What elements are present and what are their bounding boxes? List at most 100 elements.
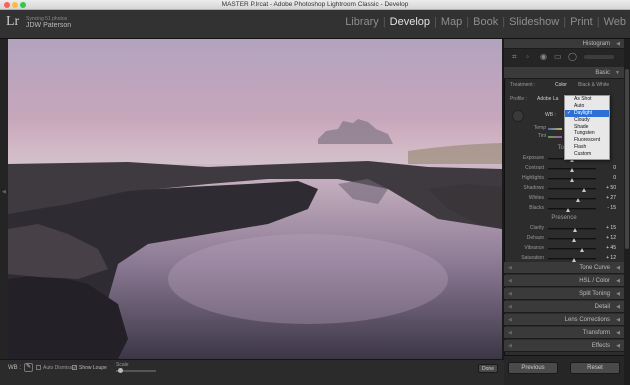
wb-option-cloudy[interactable]: Cloudy <box>565 117 609 124</box>
main-photo[interactable] <box>8 39 502 359</box>
whites-slider-thumb[interactable] <box>575 198 580 202</box>
profile-select[interactable]: Adobe La <box>537 96 558 102</box>
wb-option-daylight[interactable]: ✓ Daylight <box>565 109 609 117</box>
split-toning-header[interactable]: ◀ Split Toning ◀ <box>504 288 624 300</box>
saturation-value[interactable]: + 12 <box>600 255 616 261</box>
lens-corrections-header[interactable]: ◀ Lens Corrections ◀ <box>504 314 624 326</box>
expand-icon: ◀ <box>616 278 620 284</box>
scale-slider-thumb[interactable] <box>118 368 123 373</box>
vibrance-slider-thumb[interactable] <box>580 248 585 252</box>
radial-filter-icon[interactable]: ◯ <box>568 52 577 61</box>
module-develop[interactable]: Develop <box>386 16 434 28</box>
contrast-value[interactable]: 0 <box>600 165 616 171</box>
wb-option-fluorescent[interactable]: Fluorescent <box>565 137 609 144</box>
shadows-value[interactable]: + 50 <box>600 185 616 191</box>
spot-removal-icon[interactable]: ◦ <box>526 52 529 61</box>
tint-slider[interactable] <box>548 136 562 138</box>
auto-dismiss-checkbox[interactable] <box>36 365 41 370</box>
redeye-icon[interactable]: ◉ <box>540 52 547 61</box>
dehaze-label: Dehaze <box>526 235 544 241</box>
dehaze-slider-thumb[interactable] <box>572 238 577 242</box>
wb-label: WB : <box>545 112 556 118</box>
expand-icon: ◀ <box>616 304 620 310</box>
presence-group-label: Presence <box>551 215 577 221</box>
blacks-value[interactable]: - 15 <box>600 205 616 211</box>
eyedropper-icon: ✎ <box>26 364 32 370</box>
treatment-bw[interactable]: Black & White <box>578 82 609 88</box>
module-map[interactable]: Map <box>437 16 466 28</box>
module-slideshow[interactable]: Slideshow <box>505 16 563 28</box>
expand-icon: ◀ <box>616 291 620 297</box>
graduated-filter-icon[interactable]: ▭ <box>554 52 562 61</box>
temp-slider[interactable] <box>548 128 562 130</box>
expand-icon: ▼ <box>615 70 620 76</box>
tint-label: Tint <box>537 133 546 139</box>
wb-option-tungsten[interactable]: Tungsten <box>565 130 609 137</box>
wb-eyedropper-icon[interactable] <box>512 110 524 122</box>
detail-header[interactable]: ◀ Detail ◀ <box>504 301 624 313</box>
basic-header[interactable]: Basic ▼ <box>504 67 624 79</box>
expand-icon: ◀ <box>616 317 620 323</box>
blacks-label: Blacks <box>529 205 544 211</box>
transform-header[interactable]: ◀ Transform ◀ <box>504 327 624 339</box>
clarity-slider[interactable] <box>548 228 596 230</box>
previous-button[interactable]: Previous <box>508 362 558 374</box>
develop-toolbar <box>0 359 504 385</box>
reset-button[interactable]: Reset <box>570 362 620 374</box>
wb-option-as-shot[interactable]: As Shot <box>565 96 609 103</box>
blacks-slider-thumb[interactable] <box>566 208 571 212</box>
adjustment-brush-icon[interactable] <box>584 55 614 59</box>
scrollbar-thumb[interactable] <box>625 69 629 249</box>
show-loupe-label: Show Loupe <box>79 365 107 371</box>
vibrance-value[interactable]: + 45 <box>600 245 616 251</box>
checkmark-icon: ✓ <box>567 109 572 116</box>
wb-option-flash[interactable]: Flash <box>565 144 609 151</box>
wb-selector-tool[interactable]: ✎ <box>24 363 33 372</box>
clarity-label: Clarity <box>529 225 544 231</box>
effects-header[interactable]: ◀ Effects ◀ <box>504 340 624 352</box>
scale-label: Scale <box>116 362 129 368</box>
exposure-label: Exposure <box>522 155 544 161</box>
done-button[interactable]: Done <box>478 364 498 373</box>
whites-slider[interactable] <box>548 198 596 200</box>
shadows-slider[interactable] <box>548 188 596 190</box>
user-name: JDW Paterson <box>26 22 72 29</box>
shadows-slider-thumb[interactable] <box>581 188 586 192</box>
histogram-header[interactable]: Histogram ◀ <box>504 39 624 49</box>
highlights-value[interactable]: 0 <box>600 175 616 181</box>
whites-label: Whites <box>528 195 544 201</box>
expand-icon: ◀ <box>616 330 620 336</box>
hsl-header[interactable]: ◀ HSL / Color ◀ <box>504 275 624 287</box>
contrast-slider-thumb[interactable] <box>569 168 574 172</box>
clarity-slider-thumb[interactable] <box>573 228 578 232</box>
dehaze-value[interactable]: + 12 <box>600 235 616 241</box>
clarity-value[interactable]: + 15 <box>600 225 616 231</box>
module-library[interactable]: Library <box>341 16 383 28</box>
highlights-slider-thumb[interactable] <box>569 178 574 182</box>
left-panel-collapsed[interactable]: ◀ <box>0 39 8 359</box>
wb-label: WB : <box>8 365 21 371</box>
saturation-label: Saturation <box>521 255 544 261</box>
show-loupe-checkbox[interactable]: ✓ <box>72 365 77 370</box>
module-web[interactable]: Web <box>600 16 630 28</box>
panel-scrollbar[interactable] <box>624 39 630 385</box>
auto-dismiss-label: Auto Dismiss <box>43 365 73 371</box>
expand-left-panel-icon[interactable]: ◀ <box>2 189 6 195</box>
treatment-color[interactable]: Color <box>555 82 567 88</box>
vibrance-slider[interactable] <box>548 248 596 250</box>
wb-option-shade[interactable]: Shade <box>565 124 609 131</box>
whites-value[interactable]: + 27 <box>600 195 616 201</box>
blacks-slider[interactable] <box>548 208 596 210</box>
module-print[interactable]: Print <box>566 16 597 28</box>
tone-curve-header[interactable]: ◀ Tone Curve ◀ <box>504 262 624 274</box>
shadows-label: Shadows <box>523 185 544 191</box>
collapse-icon: ◀ <box>616 41 620 47</box>
wb-option-custom[interactable]: Custom <box>565 151 609 158</box>
crop-icon[interactable]: ⌗ <box>512 52 517 62</box>
photo-image <box>8 39 502 359</box>
wb-option-auto[interactable]: Auto <box>565 103 609 110</box>
module-picker: Library | Develop | Map | Book | Slideshow | … <box>341 16 630 28</box>
module-book[interactable]: Book <box>469 16 502 28</box>
highlights-label: Highlights <box>522 175 544 181</box>
wb-dropdown-menu: As Shot Auto ✓ Daylight Cloudy Shade Tungsten F… <box>564 95 610 160</box>
